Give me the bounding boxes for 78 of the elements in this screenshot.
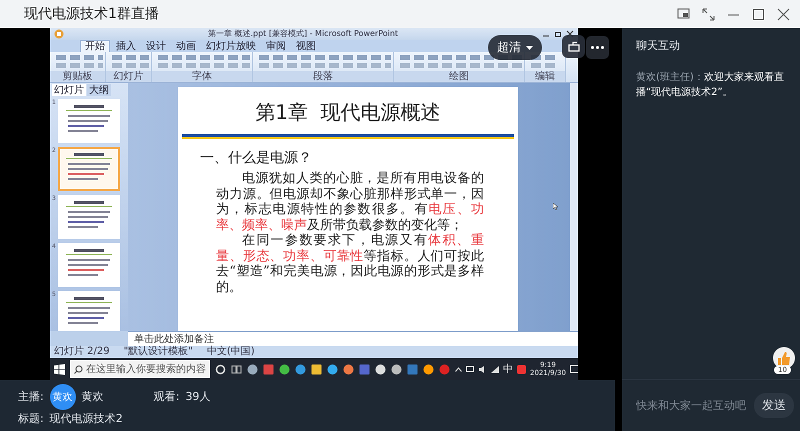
app-title: 第一章 概述.ppt [兼容模式] - Microsoft PowerPoint — [206, 28, 400, 40]
slide-paragraph: 电源犹如人类的心脏，是所有用电设备的动力源。但电源却不象心脏那样形式单一，因为，标志电源特性的参数很多。有电压、功率、频率、噪声及所带负载参数的变化等； — [216, 171, 484, 233]
app-icon[interactable] — [375, 364, 386, 374]
stream-title-label: 标题: — [18, 411, 44, 426]
chevron-up-icon[interactable] — [455, 366, 462, 372]
scrollbar[interactable] — [570, 83, 578, 331]
host-label: 主播: — [18, 389, 44, 404]
ribbon-tab[interactable]: 开始 — [80, 40, 110, 52]
app-icon[interactable] — [295, 364, 306, 374]
ribbon-group-label: 幻灯片 — [106, 71, 151, 82]
network-icon[interactable] — [491, 366, 499, 372]
status-text: 中文(中国) — [206, 346, 255, 358]
host-name: 黄欢 — [82, 389, 104, 404]
search-placeholder: 在这里输入你要搜索的内容 — [86, 362, 206, 376]
cortana-icon[interactable] — [215, 364, 226, 374]
close-icon[interactable] — [777, 8, 790, 20]
ribbon-group-label: 编辑 — [525, 71, 565, 82]
picture-in-picture-icon[interactable] — [677, 8, 690, 20]
slide-title: 第1章 现代电源概述 — [254, 99, 442, 126]
ribbon-tab[interactable]: 幻灯片放映 — [202, 41, 260, 52]
notification-icon[interactable] — [570, 364, 578, 374]
app-icon[interactable] — [423, 364, 434, 374]
ribbon-group-label: 绘图 — [394, 71, 524, 82]
battery-icon[interactable] — [466, 366, 475, 372]
restore-icon[interactable] — [554, 30, 562, 38]
input-method-indicator[interactable]: 中 — [503, 362, 513, 376]
app-icon[interactable] — [327, 364, 338, 374]
slide-heading: 一、什么是电源？ — [200, 149, 313, 167]
chat-input[interactable]: 快来和大家一起互动吧 — [636, 399, 748, 412]
quality-button[interactable]: 超清 — [488, 35, 542, 60]
slide-paragraph: 在同一参数要求下，电源又有体积、重量、形态、功率、可靠性等指标。人们可按此去“塑造”和完美电源，因此电源的形式是多样的。 — [216, 233, 484, 295]
app-icon[interactable] — [279, 364, 290, 374]
maximize-icon[interactable] — [752, 8, 765, 20]
ribbon-group-label: 字体 — [152, 71, 252, 82]
input-method-icon[interactable] — [517, 364, 526, 374]
stream-title: 现代电源技术2 — [50, 411, 123, 426]
slide-thumbnail[interactable] — [58, 147, 120, 191]
pane-tab[interactable]: 大纲 — [87, 84, 111, 96]
pane-tab[interactable]: 幻灯片 — [52, 84, 86, 96]
close-icon[interactable] — [566, 30, 574, 38]
ribbon-tab[interactable]: 设计 — [142, 41, 170, 52]
search-icon — [74, 364, 83, 374]
notes-field[interactable]: 单击此处添加备注 — [128, 331, 578, 346]
speaker-icon[interactable] — [479, 366, 487, 372]
slide-thumbnail[interactable] — [58, 195, 120, 239]
chat-message: 黄欢(班主任)：欢迎大家来观看直播“现代电源技术2”。 — [636, 70, 785, 100]
chat-title: 聊天互动 — [635, 38, 681, 54]
window-title: 现代电源技术1群直播 — [24, 5, 160, 23]
ribbon-tab[interactable]: 插入 — [112, 41, 140, 52]
app-icon[interactable] — [343, 364, 354, 374]
ribbon-group-label: 段落 — [253, 71, 393, 82]
viewers-label: 观看: — [154, 389, 180, 404]
thumbs-up-icon — [777, 352, 791, 364]
slide-thumbnail[interactable] — [58, 243, 120, 287]
rotate-icon — [568, 41, 580, 52]
fullscreen-icon[interactable] — [702, 8, 715, 20]
mouse-pointer-icon — [553, 203, 558, 210]
slide-thumbnail[interactable] — [58, 291, 120, 331]
status-text: 幻灯片 2/29 — [54, 346, 110, 358]
more-button[interactable] — [586, 36, 609, 59]
slide-thumbnail[interactable] — [58, 99, 120, 143]
windows-logo-icon[interactable] — [54, 364, 65, 374]
ribbon-tab[interactable]: 视图 — [292, 41, 320, 52]
search-field[interactable]: 在这里输入你要搜索的内容 — [70, 360, 210, 378]
more-icon — [591, 46, 604, 49]
caret-down-icon — [526, 46, 533, 50]
app-icon[interactable] — [391, 364, 402, 374]
rotate-button[interactable] — [562, 35, 585, 58]
app-icon[interactable] — [311, 364, 322, 374]
host-avatar: 黄欢 — [50, 384, 76, 410]
ribbon-tab[interactable]: 审阅 — [262, 41, 290, 52]
send-button[interactable]: 发送 — [754, 393, 794, 418]
task-view-icon[interactable] — [231, 364, 242, 374]
status-text: "默认设计模板" — [124, 346, 193, 358]
ribbon-tab[interactable]: 动画 — [172, 41, 200, 52]
ribbon-group-label: 剪贴板 — [50, 71, 105, 82]
app-icon[interactable] — [247, 364, 258, 374]
viewer-count: 39人 — [185, 389, 210, 404]
